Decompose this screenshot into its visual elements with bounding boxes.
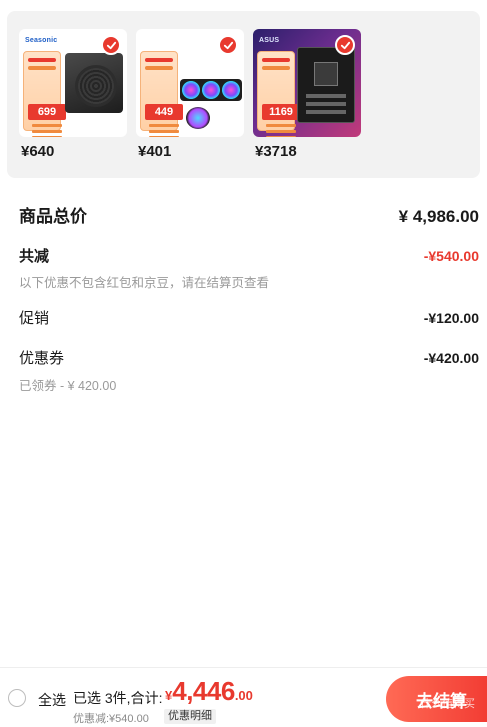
product-price: ¥401 <box>138 143 172 160</box>
promotion-value: -¥120.00 <box>423 310 479 326</box>
discount-detail-button[interactable]: 优惠明细 <box>164 709 216 724</box>
checkout-bar: 全选 已选 3件,合计: ¥4,446.00 优惠减:¥540.00 优惠明细 … <box>0 667 487 727</box>
promo-tag: 699 <box>23 51 66 137</box>
product-image-cooler[interactable]: 449 <box>136 29 244 137</box>
total-decimal: .00 <box>234 688 253 703</box>
coupon-value: -¥420.00 <box>423 350 479 366</box>
coupon-label: 优惠券 <box>19 350 65 367</box>
product-image-psu[interactable]: Seasonic 699 <box>19 29 127 137</box>
promo-price: 699 <box>28 104 66 120</box>
selected-count: 已选 3件,合计: <box>73 690 163 706</box>
product-price: ¥640 <box>21 143 55 160</box>
checkmark-icon[interactable] <box>101 35 121 55</box>
liquid-cooler-image <box>180 79 242 101</box>
select-all-radio[interactable] <box>8 689 26 707</box>
promo-tag: 1169 <box>257 51 300 137</box>
promotion-row: 促销 -¥120.00 <box>19 307 479 328</box>
product-price: ¥3718 <box>255 143 297 160</box>
brand-logo: ASUS <box>259 37 280 44</box>
watermark: 什么值得买 <box>420 698 475 710</box>
total-integer: 4,446 <box>172 676 235 706</box>
coupon-row: 优惠券 -¥420.00 <box>19 347 479 368</box>
product-card-motherboard[interactable]: ASUS 1169 ¥3718 <box>253 29 361 160</box>
discount-note: 以下优惠不包含红包和京豆，请在结算页查看 <box>19 276 270 290</box>
goods-total-row: 商品总价 ¥ 4,986.00 <box>19 202 479 227</box>
power-supply-image <box>65 53 123 113</box>
product-card-psu[interactable]: Seasonic 699 ¥640 <box>19 29 127 160</box>
cooler-pump-image <box>186 107 210 129</box>
discount-label: 共减 <box>19 248 50 265</box>
product-image-motherboard[interactable]: ASUS 1169 <box>253 29 361 137</box>
discount-row: 共减 -¥540.00 <box>19 245 479 266</box>
goods-total-value: ¥ 4,986.00 <box>398 207 479 226</box>
motherboard-image <box>297 47 355 123</box>
brand-logo: Seasonic <box>25 37 58 44</box>
promo-tag: 449 <box>140 51 183 137</box>
product-card-cooler[interactable]: 449 ¥401 <box>136 29 244 160</box>
discount-summary: 优惠减:¥540.00 <box>73 713 149 725</box>
price-summary: 商品总价 ¥ 4,986.00 共减 -¥540.00 以下优惠不包含红包和京豆… <box>19 200 479 400</box>
checkmark-icon[interactable] <box>335 35 355 55</box>
promo-price: 1169 <box>262 104 300 120</box>
coupon-note: 已领券 - ¥ 420.00 <box>19 379 117 393</box>
goods-total-label: 商品总价 <box>19 207 87 226</box>
select-all-label[interactable]: 全选 <box>38 690 66 710</box>
total-price: ¥4,446.00 <box>165 676 253 707</box>
checkmark-icon[interactable] <box>218 35 238 55</box>
promo-price: 449 <box>145 104 183 120</box>
discount-value: -¥540.00 <box>423 248 479 264</box>
selected-products-panel: Seasonic 699 ¥640 449 ¥401 ASUS 1169 ¥37… <box>7 11 480 178</box>
promotion-label: 促销 <box>19 310 50 327</box>
